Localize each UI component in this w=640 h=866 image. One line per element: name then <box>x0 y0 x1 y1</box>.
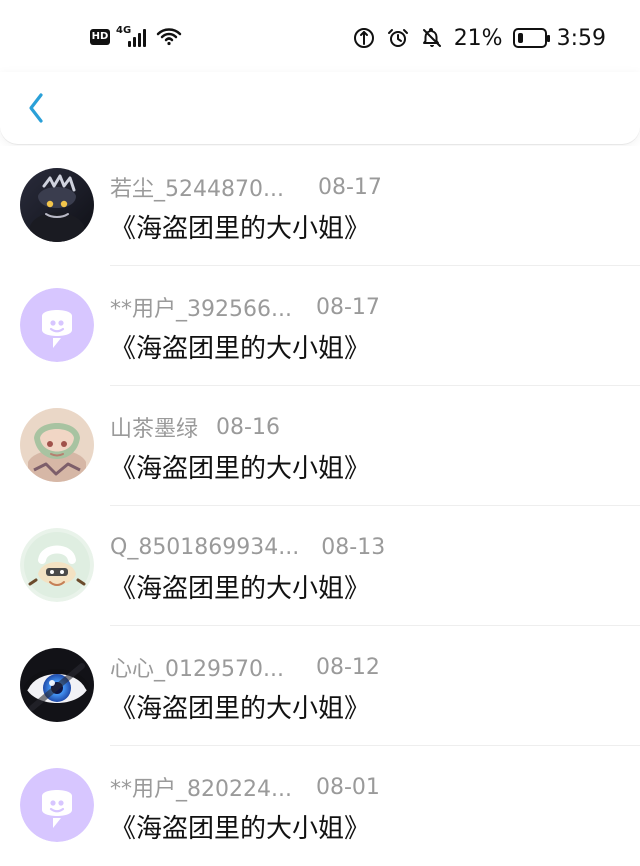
comment-meta: 山茶墨绿 08-16 <box>110 412 640 443</box>
avatar[interactable] <box>20 168 94 242</box>
comment-date: 08-16 <box>216 414 280 440</box>
battery-percent: 21% <box>453 25 503 51</box>
status-right: 21% 3:59 <box>352 24 606 52</box>
list-item[interactable]: 若尘_5244870... 08-17 《海盗团里的大小姐》 <box>0 146 640 266</box>
list-item[interactable]: 山茶墨绿 08-16 《海盗团里的大小姐》 <box>0 386 640 506</box>
hd-badge: HD <box>90 29 110 45</box>
user-name: **用户_820224... <box>110 777 292 802</box>
back-button[interactable] <box>18 88 54 128</box>
list-item[interactable]: **用户_820224... 08-01 《海盗团里的大小姐》 <box>0 746 640 866</box>
avatar[interactable] <box>20 648 94 722</box>
list-item[interactable]: **用户_392566... 08-17 《海盗团里的大小姐》 <box>0 266 640 386</box>
eye-avatar-icon <box>20 648 94 722</box>
list-item[interactable]: 心心_0129570... 08-12 《海盗团里的大小姐》 <box>0 626 640 746</box>
book-title[interactable]: 《海盗团里的大小姐》 <box>110 328 370 365</box>
user-name: 山茶墨绿 <box>110 417 199 442</box>
comment-date: 08-01 <box>315 774 380 800</box>
avatar[interactable] <box>20 768 94 842</box>
data-saver-icon <box>353 28 374 48</box>
signal-bar <box>138 33 141 47</box>
comment-meta: **用户_820224... 08-01 <box>110 772 640 803</box>
anime-avatar-girl-icon <box>20 408 94 482</box>
user-name: **用户_392566... <box>110 297 292 322</box>
user-name: Q_8501869934... <box>110 534 300 560</box>
list-item[interactable]: Q_8501869934... 08-13 《海盗团里的大小姐》 <box>0 506 640 626</box>
comment-date: 08-17 <box>315 294 380 320</box>
comment-meta: 心心_0129570... 08-12 <box>110 652 640 683</box>
user-name: 心心_0129570... <box>110 657 284 682</box>
alarm-icon <box>387 29 408 47</box>
status-bar: HD 4G 21% 3:59 <box>0 0 640 72</box>
book-title[interactable]: 《海盗团里的大小姐》 <box>110 688 370 725</box>
battery-level <box>517 33 523 43</box>
top-nav <box>0 72 640 144</box>
signal-bars <box>128 29 146 47</box>
anime-avatar-dark-icon <box>20 168 94 242</box>
chevron-left-icon <box>29 93 43 123</box>
book-title[interactable]: 《海盗团里的大小姐》 <box>110 208 370 245</box>
sticker-avatar-icon <box>20 528 94 602</box>
avatar[interactable] <box>20 528 94 602</box>
user-name: 若尘_5244870... <box>110 177 284 202</box>
signal-bar <box>128 41 131 47</box>
avatar[interactable] <box>20 288 94 362</box>
comment-date: 08-13 <box>321 534 386 560</box>
comment-meta: Q_8501869934... 08-13 <box>110 532 640 562</box>
avatar[interactable] <box>20 408 94 482</box>
chat-bubble-avatar-icon <box>20 768 94 842</box>
comment-list: 若尘_5244870... 08-17 《海盗团里的大小姐》 **用户_3925… <box>0 146 640 854</box>
comment-meta: 若尘_5244870... 08-17 <box>110 172 640 203</box>
comment-date: 08-17 <box>317 174 382 200</box>
mute-icon <box>422 28 441 47</box>
cellular-signal: 4G <box>116 25 150 47</box>
signal-bar <box>133 37 136 47</box>
wifi-icon <box>156 28 182 46</box>
battery-icon <box>512 28 550 48</box>
chat-bubble-avatar-icon <box>20 288 94 362</box>
book-title[interactable]: 《海盗团里的大小姐》 <box>110 568 370 605</box>
comment-meta: **用户_392566... 08-17 <box>110 292 640 323</box>
status-left: HD 4G <box>90 25 182 48</box>
signal-bar <box>143 29 146 47</box>
comment-date: 08-12 <box>315 654 380 680</box>
book-title[interactable]: 《海盗团里的大小姐》 <box>110 808 370 845</box>
book-title[interactable]: 《海盗团里的大小姐》 <box>110 448 370 485</box>
clock: 3:59 <box>556 25 606 51</box>
